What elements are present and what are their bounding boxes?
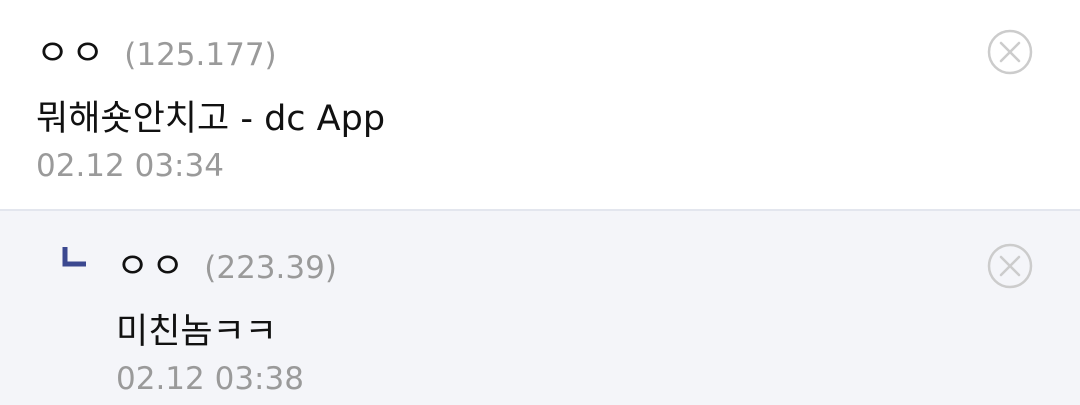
delete-comment-button[interactable] <box>987 29 1033 75</box>
reply-date: 02.12 03:38 <box>116 361 304 397</box>
close-circle-icon <box>987 243 1033 289</box>
close-circle-icon <box>987 29 1033 75</box>
comment-ip: (125.177) <box>124 37 277 73</box>
reply-header: ㅇㅇ (223.39) <box>116 237 337 289</box>
reply-ip: (223.39) <box>204 250 337 286</box>
reply-text: 미친놈ㅋㅋ <box>116 312 278 352</box>
reply-arrow-icon <box>62 247 86 267</box>
comment-item: ㅇㅇ (125.177) 뭐해숏안치고 - dc App 02.12 03:34 <box>0 0 1080 210</box>
comment-header: ㅇㅇ (125.177) <box>36 24 277 76</box>
comment-nickname[interactable]: ㅇㅇ <box>36 24 106 76</box>
comment-date: 02.12 03:34 <box>36 148 224 184</box>
comment-text: 뭐해숏안치고 - dc App <box>36 99 386 139</box>
reply-nickname[interactable]: ㅇㅇ <box>116 237 186 289</box>
reply-comment-item: ㅇㅇ (223.39) 미친놈ㅋㅋ 02.12 03:38 <box>0 211 1080 405</box>
delete-reply-button[interactable] <box>987 243 1033 289</box>
